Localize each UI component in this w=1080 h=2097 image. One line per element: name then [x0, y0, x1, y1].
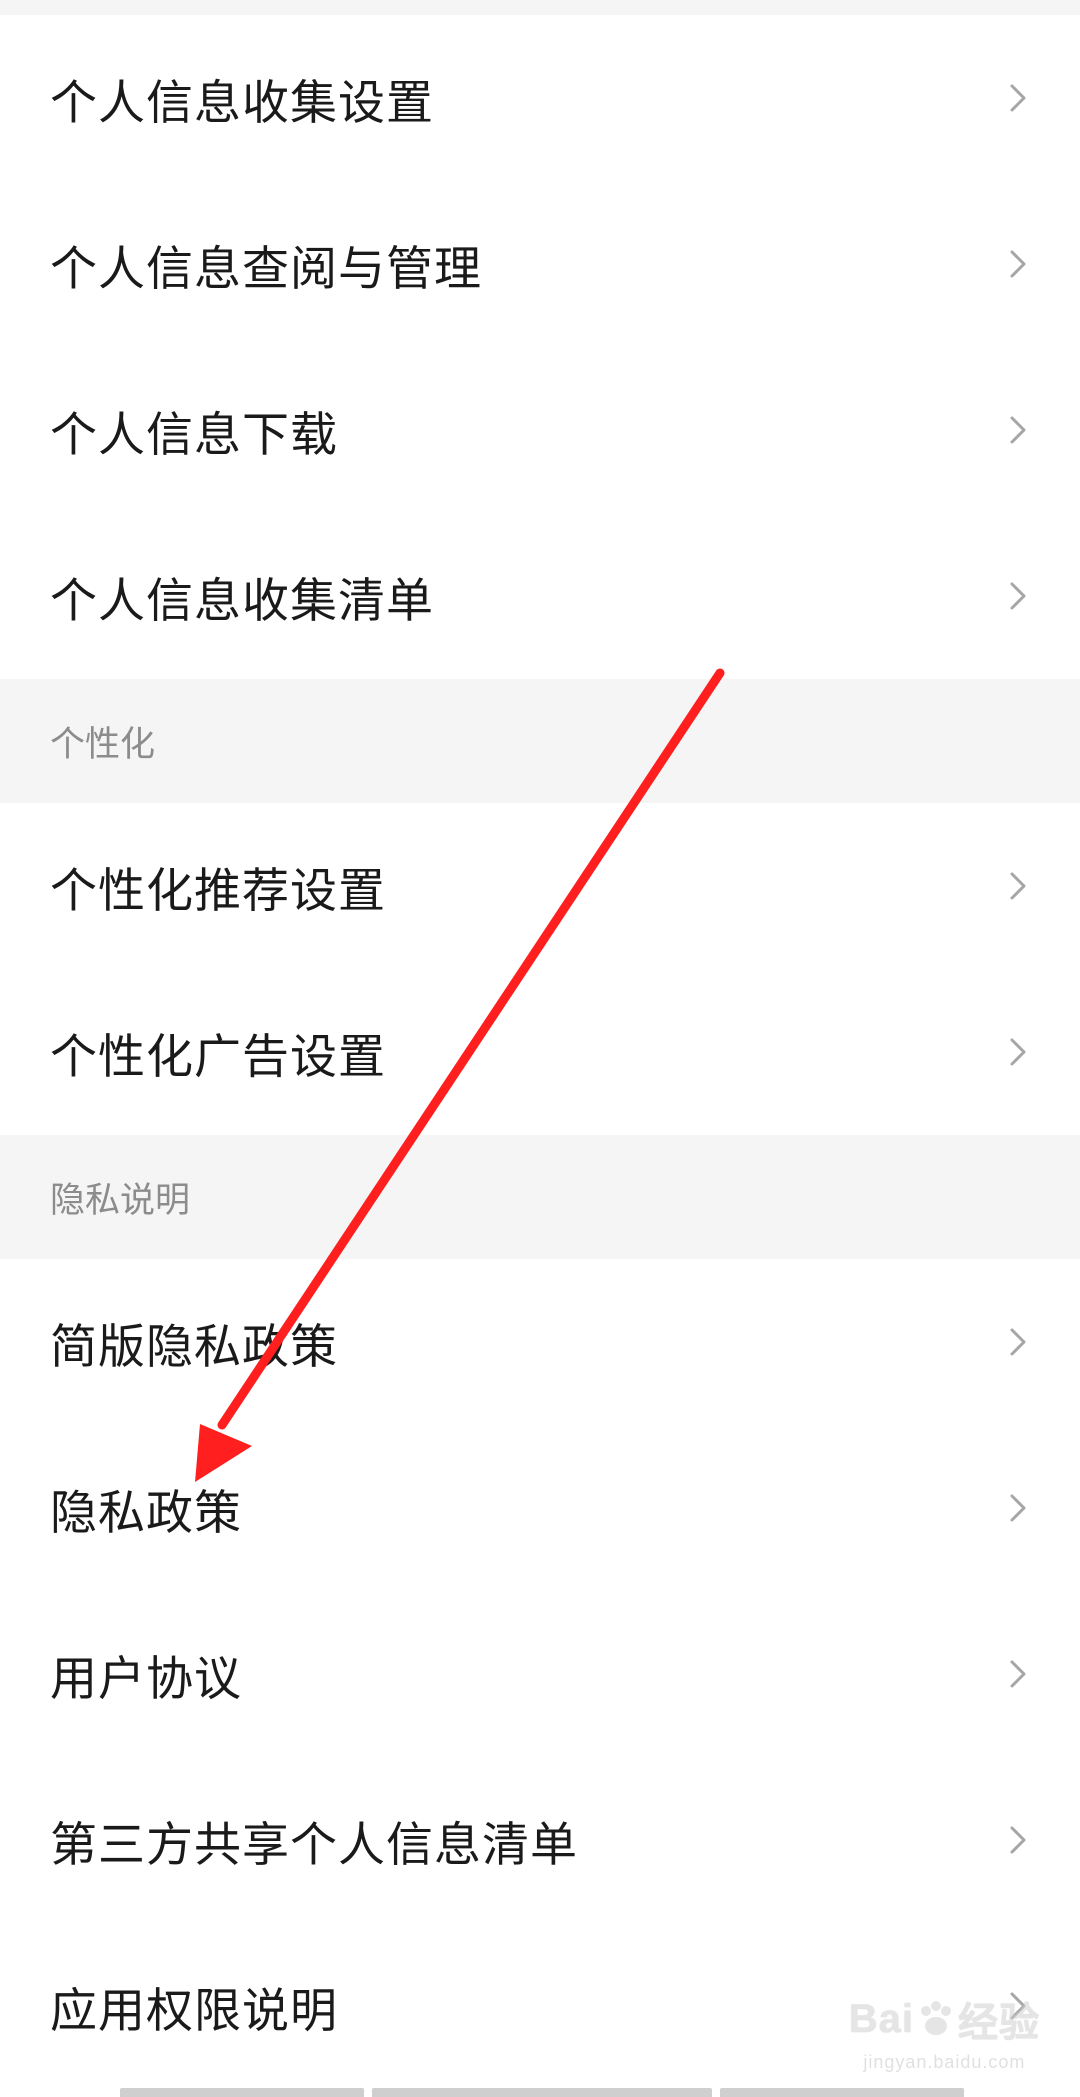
section-title: 个性化	[50, 724, 156, 765]
chevron-right-icon	[1010, 872, 1026, 900]
row-privacy-policy[interactable]: 隐私政策	[0, 1425, 1080, 1591]
privacy-settings-page: 个人信息收集设置 个人信息查阅与管理 个人信息下载 个人信息收集清单 个性化 个…	[0, 0, 1080, 2097]
chevron-right-icon	[1010, 84, 1026, 112]
row-label: 简版隐私政策	[50, 1319, 338, 1375]
section-privacy-statement: 简版隐私政策 隐私政策 用户协议 第三方共享个人信息清单 应用权限说明	[0, 1259, 1080, 2089]
bottom-tab-indicator	[372, 2088, 712, 2097]
row-label: 个人信息收集设置	[50, 75, 434, 131]
chevron-right-icon	[1010, 416, 1026, 444]
chevron-right-icon	[1010, 1660, 1026, 1688]
row-label: 应用权限说明	[50, 1983, 338, 2039]
chevron-right-icon	[1010, 250, 1026, 278]
row-label: 隐私政策	[50, 1485, 242, 1541]
row-personal-info-collection-list[interactable]: 个人信息收集清单	[0, 513, 1080, 679]
row-app-permission-description[interactable]: 应用权限说明	[0, 1923, 1080, 2089]
section-header-personalization: 个性化	[0, 679, 1080, 803]
row-third-party-sharing-list[interactable]: 第三方共享个人信息清单	[0, 1757, 1080, 1923]
row-brief-privacy-policy[interactable]: 简版隐私政策	[0, 1259, 1080, 1425]
section-header-privacy-statement: 隐私说明	[0, 1135, 1080, 1259]
row-personalized-recommendation-settings[interactable]: 个性化推荐设置	[0, 803, 1080, 969]
row-label: 第三方共享个人信息清单	[50, 1817, 578, 1873]
row-label: 用户协议	[50, 1651, 242, 1707]
bottom-tab-indicator	[720, 2088, 964, 2097]
section-personalization: 个性化推荐设置 个性化广告设置	[0, 803, 1080, 1135]
row-personalized-ad-settings[interactable]: 个性化广告设置	[0, 969, 1080, 1135]
row-label: 个人信息下载	[50, 407, 338, 463]
section-title: 隐私说明	[50, 1180, 191, 1221]
section-personal-info: 个人信息收集设置 个人信息查阅与管理 个人信息下载 个人信息收集清单	[0, 15, 1080, 679]
chevron-right-icon	[1010, 1328, 1026, 1356]
chevron-right-icon	[1010, 1992, 1026, 2020]
chevron-right-icon	[1010, 1038, 1026, 1066]
chevron-right-icon	[1010, 1826, 1026, 1854]
row-label: 个人信息收集清单	[50, 573, 434, 629]
chevron-right-icon	[1010, 1494, 1026, 1522]
row-label: 个性化广告设置	[50, 1029, 386, 1085]
row-label: 个性化推荐设置	[50, 863, 386, 919]
row-personal-info-download[interactable]: 个人信息下载	[0, 347, 1080, 513]
row-label: 个人信息查阅与管理	[50, 241, 482, 297]
bottom-tab-indicators	[120, 2088, 964, 2097]
chevron-right-icon	[1010, 582, 1026, 610]
row-personal-info-view-manage[interactable]: 个人信息查阅与管理	[0, 181, 1080, 347]
top-section-gap	[0, 0, 1080, 15]
bottom-tab-indicator	[120, 2088, 364, 2097]
row-personal-info-collection-settings[interactable]: 个人信息收集设置	[0, 15, 1080, 181]
row-user-agreement[interactable]: 用户协议	[0, 1591, 1080, 1757]
